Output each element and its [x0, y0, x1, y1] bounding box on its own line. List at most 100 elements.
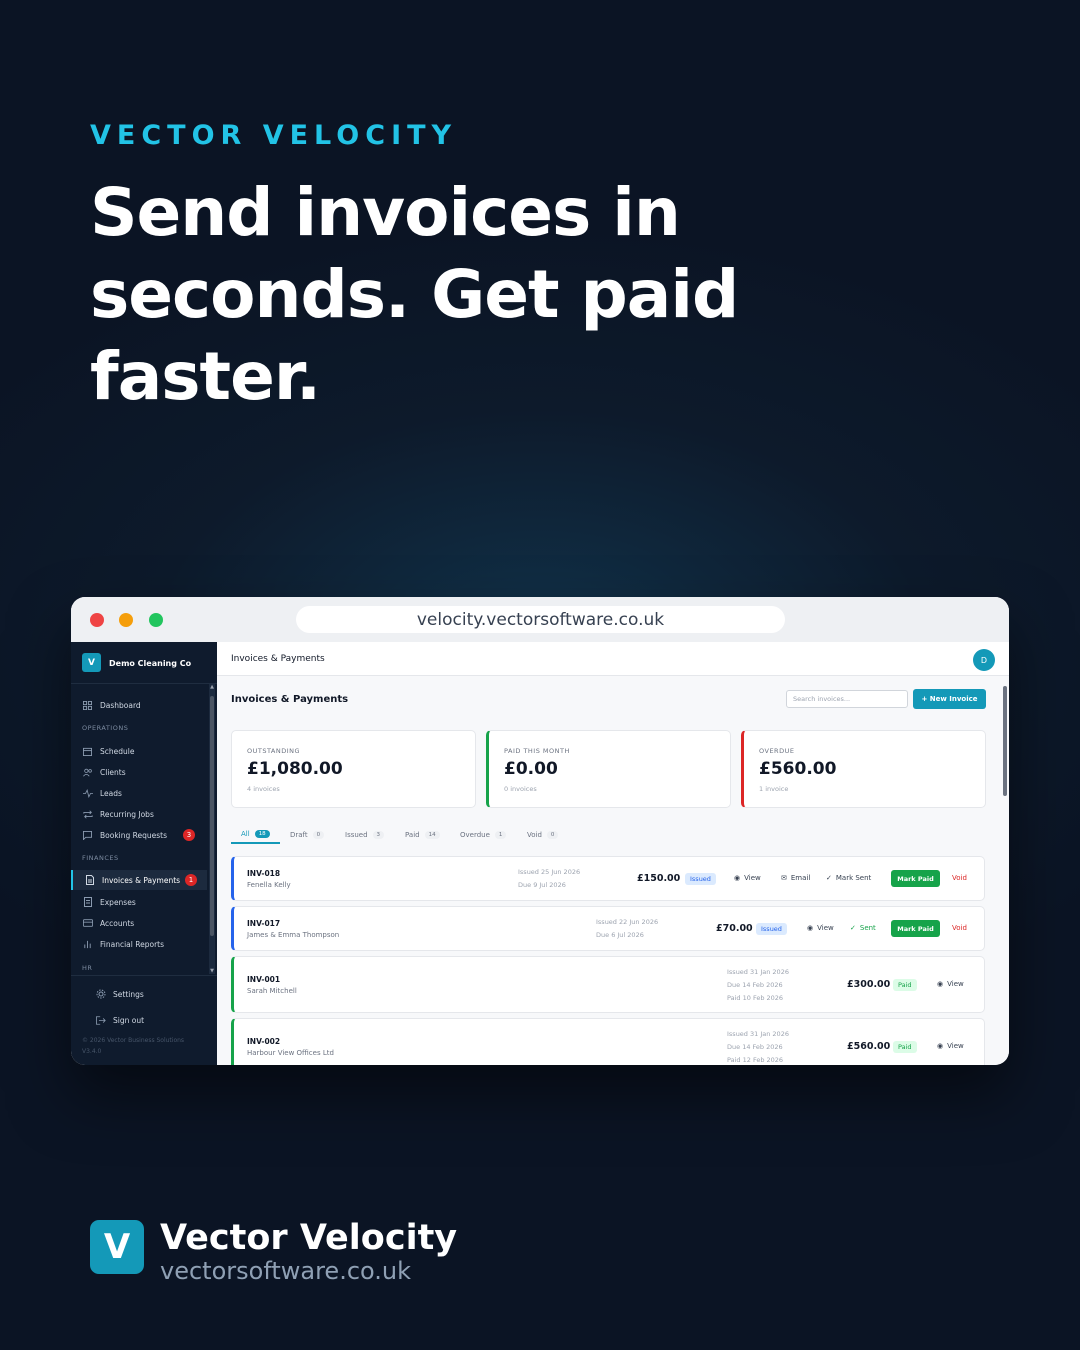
address-bar[interactable]: velocity.vectorsoftware.co.uk	[296, 606, 785, 633]
status-badge: Paid	[893, 979, 917, 991]
mail-icon: ✉	[781, 874, 787, 882]
sidebar-item-invoices-payments[interactable]: Invoices & Payments 1	[71, 870, 207, 890]
sidebar-scrollbar[interactable]: ▲ ▼	[209, 684, 215, 974]
invoice-dates: Issued 22 Jun 2026 Due 6 Jul 2026	[596, 916, 658, 942]
activity-icon	[82, 788, 93, 799]
sidebar-item-financial-reports[interactable]: Financial Reports	[71, 934, 207, 954]
stat-value: £1,080.00	[247, 759, 343, 779]
logout-icon	[95, 1015, 106, 1026]
tab-void[interactable]: Void 0	[527, 826, 559, 844]
invoice-amount: £70.00	[716, 923, 753, 934]
tab-draft[interactable]: Draft 0	[290, 826, 325, 844]
view-button[interactable]: ◉ View	[937, 980, 964, 988]
receipt-icon	[82, 897, 93, 908]
view-button[interactable]: ◉ View	[734, 874, 761, 882]
browser-titlebar: velocity.vectorsoftware.co.uk	[71, 597, 1009, 642]
view-label: View	[947, 980, 964, 988]
tab-issued[interactable]: Issued 3	[345, 826, 385, 844]
view-button[interactable]: ◉ View	[807, 924, 834, 932]
company-name: Demo Cleaning Co	[109, 659, 192, 668]
invoice-number: INV-001	[247, 975, 281, 984]
footer-logo: V	[90, 1220, 144, 1274]
tab-count: 0	[546, 831, 559, 839]
brand-kicker: VECTOR VELOCITY	[90, 120, 458, 151]
issued-date: Issued 31 Jan 2026	[727, 1030, 789, 1038]
calendar-icon	[82, 746, 93, 757]
due-date: Due 14 Feb 2026	[727, 1043, 783, 1051]
invoice-amount: £150.00	[637, 873, 681, 884]
sidebar-item-label: Schedule	[100, 746, 135, 756]
tab-count: 3	[372, 831, 385, 839]
invoice-row[interactable]: INV-017 James & Emma Thompson Issued 22 …	[231, 906, 985, 951]
tab-all[interactable]: All 18	[231, 826, 280, 844]
sidebar-scroll-thumb[interactable]	[210, 696, 214, 936]
browser-window: velocity.vectorsoftware.co.uk V Demo Cle…	[71, 597, 1009, 1065]
version-text: V3.4.0	[82, 1048, 102, 1055]
search-input[interactable]: Search invoices...	[786, 690, 908, 708]
sidebar-item-clients[interactable]: Clients	[71, 762, 207, 782]
mark-paid-button[interactable]: Mark Paid	[891, 920, 940, 937]
sidebar-divider	[71, 683, 217, 684]
bar-chart-icon	[82, 939, 93, 950]
tab-paid[interactable]: Paid 14	[405, 826, 440, 844]
invoice-amount: £300.00	[847, 979, 891, 990]
booking-requests-badge: 3	[183, 829, 195, 841]
status-badge: Paid	[893, 1041, 917, 1053]
app-logo[interactable]: V	[82, 653, 101, 672]
email-label: Email	[790, 874, 811, 882]
copyright-text: © 2026 Vector Business Solutions	[82, 1037, 185, 1044]
tab-label: Draft	[290, 831, 308, 839]
scroll-up-icon[interactable]: ▲	[209, 684, 215, 690]
tab-label: Issued	[345, 831, 368, 839]
sidebar-item-sign-out[interactable]: Sign out	[84, 1010, 220, 1030]
close-window-dot[interactable]	[90, 613, 104, 627]
new-invoice-button[interactable]: + New Invoice	[913, 689, 986, 709]
view-label: View	[947, 1042, 964, 1050]
tab-count: 0	[312, 831, 325, 839]
sidebar-item-schedule[interactable]: Schedule	[71, 741, 207, 761]
invoice-row[interactable]: INV-018 Fenella Kelly Issued 25 Jun 2026…	[231, 856, 985, 901]
sidebar-item-label: Leads	[100, 788, 122, 798]
sidebar-item-accounts[interactable]: Accounts	[71, 913, 207, 933]
email-button[interactable]: ✉ Email	[781, 874, 810, 882]
sidebar-item-expenses[interactable]: Expenses	[71, 892, 207, 912]
view-label: View	[744, 874, 761, 882]
invoice-row[interactable]: INV-002 Harbour View Offices Ltd Issued …	[231, 1018, 985, 1065]
eye-icon: ◉	[734, 874, 741, 882]
top-bar: Invoices & Payments D	[217, 642, 1009, 676]
mark-sent-button[interactable]: ✓ Mark Sent	[826, 874, 871, 882]
stat-card-outstanding: OUTSTANDING £1,080.00 4 invoices	[231, 730, 476, 808]
avatar[interactable]: D	[973, 649, 995, 671]
void-button[interactable]: Void	[952, 924, 967, 932]
main-scroll-thumb[interactable]	[1003, 686, 1007, 796]
sent-indicator: ✓ Sent	[850, 924, 876, 932]
invoices-badge: 1	[185, 874, 197, 886]
stat-label: PAID THIS MONTH	[504, 747, 570, 755]
sidebar-item-booking-requests[interactable]: Booking Requests 3	[71, 825, 207, 845]
sidebar-item-recurring-jobs[interactable]: Recurring Jobs	[71, 804, 207, 824]
sidebar-item-settings[interactable]: Settings	[84, 984, 220, 1004]
sidebar-item-label: Accounts	[100, 918, 135, 928]
sidebar-item-leads[interactable]: Leads	[71, 783, 207, 803]
invoice-row[interactable]: INV-001 Sarah Mitchell Issued 31 Jan 202…	[231, 956, 985, 1013]
due-date: Due 14 Feb 2026	[727, 981, 783, 989]
main-scrollbar[interactable]	[1001, 676, 1009, 1065]
maximize-window-dot[interactable]	[149, 613, 163, 627]
sidebar-item-dashboard[interactable]: Dashboard	[71, 695, 207, 715]
tab-overdue[interactable]: Overdue 1	[460, 826, 507, 844]
mark-paid-button[interactable]: Mark Paid	[891, 870, 940, 887]
sidebar-item-label: Dashboard	[100, 700, 141, 710]
void-button[interactable]: Void	[952, 874, 967, 882]
view-button[interactable]: ◉ View	[937, 1042, 964, 1050]
invoice-number: INV-018	[247, 869, 281, 878]
repeat-icon	[82, 809, 93, 820]
copyright: © 2026 Vector Business Solutions V3.4.0	[82, 1035, 184, 1057]
status-badge: Issued	[756, 923, 787, 935]
tab-label: All	[241, 830, 250, 838]
sidebar-item-label: Recurring Jobs	[100, 809, 154, 819]
check-icon: ✓	[826, 874, 832, 882]
main-content: Invoices & Payments D Invoices & Payment…	[217, 642, 1009, 1065]
scroll-down-icon[interactable]: ▼	[209, 968, 215, 974]
invoice-client: Fenella Kelly	[247, 881, 291, 889]
minimize-window-dot[interactable]	[119, 613, 133, 627]
